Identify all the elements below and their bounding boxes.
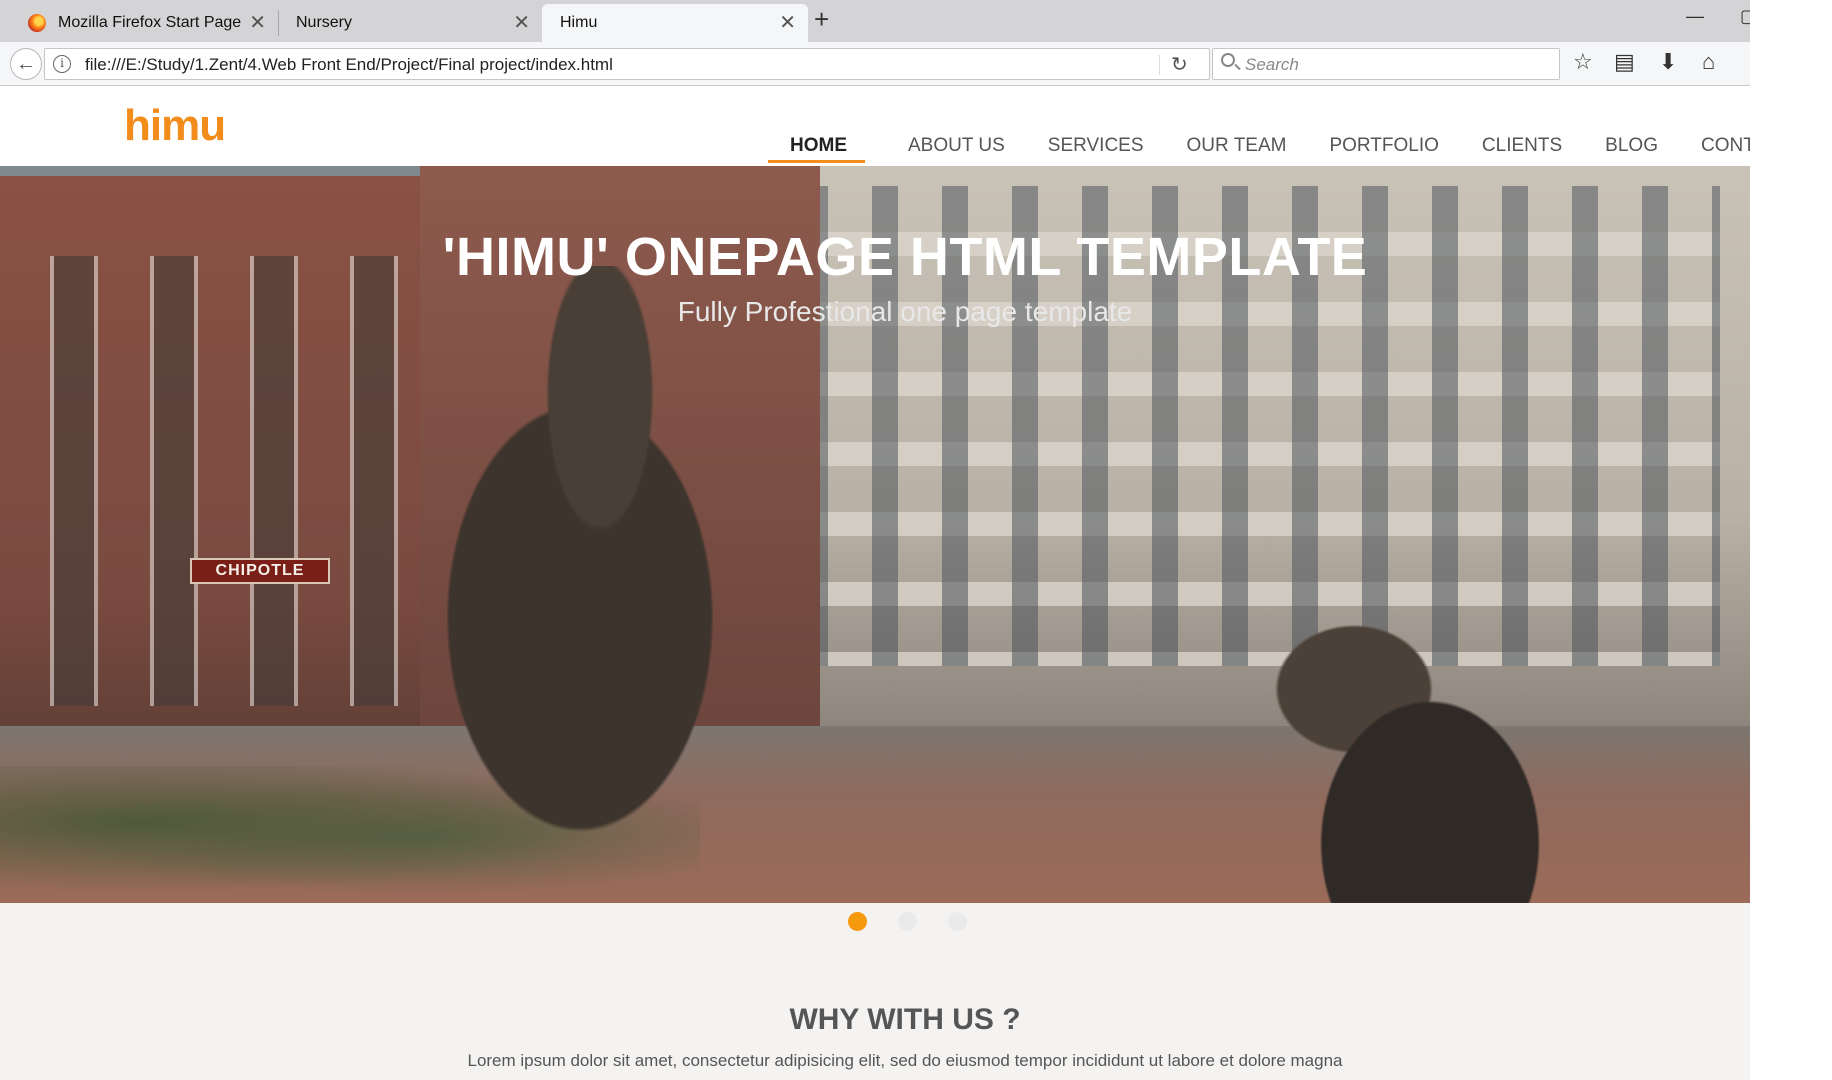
- menu-item-about-us[interactable]: ABOUT US: [908, 135, 1005, 163]
- url-text[interactable]: file:///E:/Study/1.Zent/4.Web Front End/…: [85, 55, 613, 75]
- close-icon[interactable]: ✕: [513, 13, 530, 33]
- menu-item-services[interactable]: SERVICES: [1048, 135, 1144, 163]
- hero-slider[interactable]: CHIPOTLE 'HIMU' ONEPAGE HTML TEMPLATE Fu…: [0, 166, 1750, 903]
- section-title: WHY WITH US ?: [789, 1003, 1021, 1036]
- statue-right: [1240, 596, 1620, 903]
- section-text: Lorem ipsum dolor sit amet, consectetur …: [467, 1051, 1343, 1070]
- slider-pagination: [0, 903, 1750, 943]
- slider-dot[interactable]: [848, 912, 867, 931]
- slider-dot[interactable]: [948, 912, 967, 931]
- tab-title: Himu: [560, 14, 598, 31]
- divider: [1159, 55, 1160, 75]
- navigation-toolbar: ← i file:///E:/Study/1.Zent/4.Web Front …: [0, 42, 1750, 86]
- browser-window: Mozilla Firefox Start Page ✕ Nursery ✕ H…: [0, 0, 1750, 1080]
- slider-dot[interactable]: [898, 912, 917, 931]
- page-viewport: himu HOME ABOUT US SERVICES OUR TEAM POR…: [0, 87, 1750, 1080]
- menu-item-clients[interactable]: CLIENTS: [1482, 135, 1562, 163]
- back-arrow-icon: ←: [16, 52, 36, 75]
- tab-mozilla-start[interactable]: Mozilla Firefox Start Page ✕: [10, 4, 279, 42]
- download-icon[interactable]: ⬇: [1659, 51, 1677, 73]
- minimize-icon[interactable]: —: [1686, 6, 1704, 27]
- tab-title: Mozilla Firefox Start Page: [58, 14, 242, 31]
- maximize-icon[interactable]: ▢: [1740, 6, 1750, 27]
- menu-item-blog[interactable]: BLOG: [1605, 135, 1658, 163]
- new-tab-icon[interactable]: +: [814, 6, 829, 32]
- hero-title: 'HIMU' ONEPAGE HTML TEMPLATE: [442, 227, 1368, 287]
- tab-strip: Mozilla Firefox Start Page ✕ Nursery ✕ H…: [0, 0, 1750, 42]
- home-icon[interactable]: ⌂: [1702, 51, 1715, 73]
- menu-item-our-team[interactable]: OUR TEAM: [1187, 135, 1287, 163]
- info-icon[interactable]: i: [53, 55, 71, 73]
- bookmark-star-icon[interactable]: ☆: [1573, 51, 1593, 73]
- close-icon[interactable]: ✕: [779, 13, 796, 33]
- search-icon: [1221, 53, 1235, 67]
- tab-himu[interactable]: Himu ✕: [542, 4, 808, 42]
- hero-subtitle: Fully Profestional one page template: [677, 296, 1133, 327]
- tab-nursery[interactable]: Nursery ✕: [278, 4, 542, 42]
- main-menu: HOME ABOUT US SERVICES OUR TEAM PORTFOLI…: [768, 135, 1750, 163]
- search-placeholder: Search: [1245, 55, 1299, 74]
- url-bar[interactable]: i file:///E:/Study/1.Zent/4.Web Front En…: [44, 48, 1210, 80]
- tab-title: Nursery: [296, 14, 353, 31]
- site-header: himu HOME ABOUT US SERVICES OUR TEAM POR…: [0, 87, 1750, 166]
- menu-item-contact[interactable]: CONTACT: [1701, 135, 1750, 163]
- back-button[interactable]: ←: [10, 48, 42, 80]
- library-icon[interactable]: ▤: [1614, 51, 1635, 73]
- close-icon[interactable]: ✕: [249, 13, 266, 33]
- reload-icon[interactable]: ↻: [1171, 52, 1188, 77]
- firefox-icon: [28, 14, 46, 32]
- search-input[interactable]: Search: [1212, 48, 1560, 80]
- menu-item-home[interactable]: HOME: [768, 135, 865, 163]
- menu-item-portfolio[interactable]: PORTFOLIO: [1329, 135, 1438, 163]
- statue-group: [400, 266, 800, 903]
- storefront-sign: CHIPOTLE: [190, 558, 330, 584]
- site-logo[interactable]: himu: [124, 101, 226, 151]
